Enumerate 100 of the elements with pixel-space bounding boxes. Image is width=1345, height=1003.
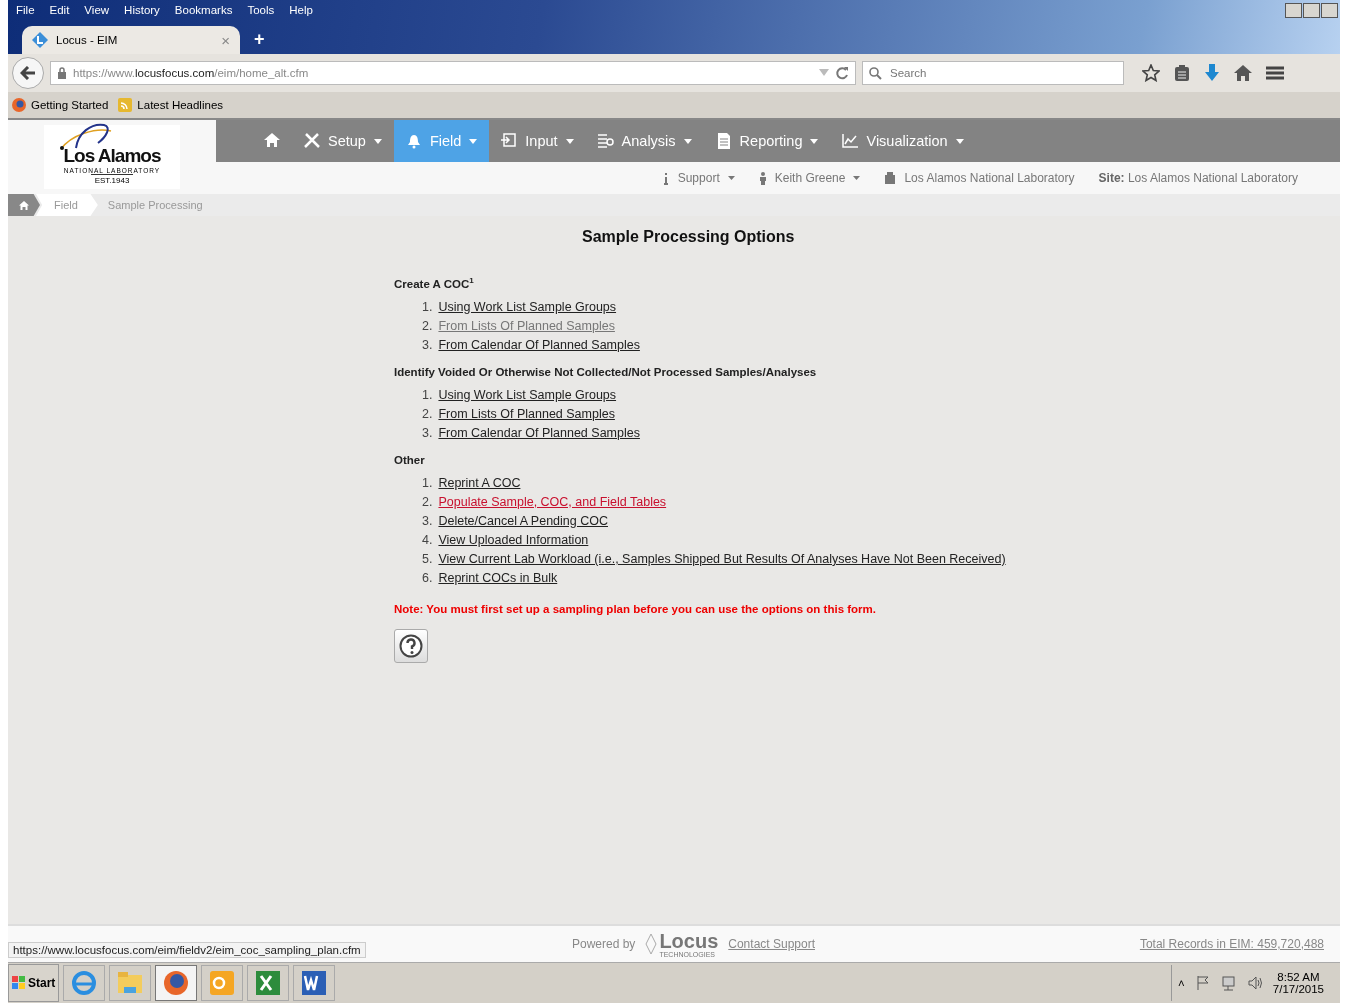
globe-icon [162,969,191,997]
option-link[interactable]: From Calendar Of Planned Samples [438,425,640,440]
caret-icon [810,138,819,144]
speaker-icon[interactable] [1246,975,1263,991]
flag-icon[interactable] [1194,975,1211,991]
toolbar-menu[interactable]: Los Alamos National Laboratory [884,171,1075,185]
download-icon[interactable] [1204,64,1220,82]
clock-time: 8:52 AM [1277,971,1320,983]
section-heading: Create A COC$^{1}$ [394,276,475,290]
help-button[interactable] [394,628,428,663]
taskbar-app[interactable] [155,965,198,1001]
spreadsheet-icon [254,969,283,997]
nav-tab[interactable]: Visualization [830,120,976,162]
new-tab-button[interactable]: + [254,29,265,50]
clipboard-icon[interactable] [1174,64,1190,82]
total-records-link[interactable]: Total Records in EIM: 459,720,488 [1139,937,1324,951]
clock-date: 7/17/2015 [1272,983,1324,995]
building-icon [884,171,897,185]
network-icon[interactable] [1220,975,1237,991]
list-number: 4. [422,532,433,547]
option-link[interactable]: From Lists Of Planned Samples [438,318,615,333]
diamond-icon [645,933,658,955]
browser-tab[interactable]: Locus - EIM × [22,26,240,54]
bell-icon [405,133,422,149]
section-heading: Identify Voided Or Otherwise Not Collected/Not Processed Samples/Analyses [394,365,817,378]
feed-icon [118,98,133,112]
menu-item[interactable]: File [16,4,35,16]
caret-icon [683,138,692,144]
person-icon [758,171,767,185]
list-number: 5. [422,551,433,566]
bookmark-item[interactable]: Getting Started [12,98,109,112]
menu-icon[interactable] [1266,66,1284,80]
breadcrumb-current: Sample Processing [106,199,203,211]
toolbar-menu[interactable]: Keith Greene [758,171,861,185]
page-title: Sample Processing Options [582,228,795,246]
menu-item[interactable]: Bookmarks [174,4,233,16]
nav-tab[interactable]: Analysis [585,120,704,162]
home-icon[interactable] [1234,65,1252,81]
url-text: https://www.locusfocus.com/eim/home_alt.cfm [73,67,309,79]
option-link[interactable]: Using Work List Sample Groups [438,299,617,314]
status-url: https://www.locusfocus.com/eim/fieldv2/eim_coc_sampling_plan.cfm [8,942,366,958]
start-button[interactable]: Start [8,964,60,1002]
caret-icon [727,176,735,180]
list-number: 3. [422,337,433,352]
tools-icon [304,133,320,149]
list-number: 2. [422,494,433,509]
contact-support-link[interactable]: Contact Support [728,937,815,951]
taskbar-app[interactable] [247,965,290,1001]
option-link[interactable]: Reprint A COC [438,475,521,490]
menu-item[interactable]: Tools [247,4,275,16]
breadcrumb-home[interactable] [8,194,40,216]
option-link[interactable]: Reprint COCs in Bulk [438,570,558,585]
caret-icon [373,138,382,144]
option-link[interactable]: View Uploaded Information [438,532,589,547]
caret-icon [469,138,478,144]
back-arrow-icon [20,66,36,80]
option-link[interactable]: View Current Lab Workload (i.e., Samples Shipped But Results Of Analyses Have Not Been Received) [438,551,1006,566]
address-field[interactable]: https://www.locusfocus.com/eim/home_alt.cfm [50,61,856,85]
option-link[interactable]: From Lists Of Planned Samples [438,406,615,421]
bookmark-item[interactable]: Latest Headlines [118,98,224,112]
option-link[interactable]: Delete/Cancel A Pending COC [438,513,608,528]
mail-app-icon [208,969,237,997]
back-button[interactable] [12,57,44,89]
list-number: 1. [422,299,433,314]
star-icon[interactable] [1142,64,1160,82]
list-number: 1. [422,475,433,490]
taskbar-app[interactable] [293,965,336,1001]
help-icon [399,633,423,658]
list-icon [597,133,614,149]
lock-icon [57,67,67,79]
chart-icon [842,133,859,149]
home-icon [264,133,280,149]
search-box[interactable]: Search [862,61,1124,85]
toolbar-menu[interactable]: Support [661,171,735,185]
nav-tab[interactable]: Reporting [703,120,831,162]
document-app-icon [300,969,329,997]
browser-icon [70,969,99,997]
info-icon [661,171,670,185]
option-link[interactable]: Populate Sample, COC, and Field Tables [438,494,667,509]
menu-item[interactable]: History [124,4,160,16]
list-number: 2. [422,318,433,333]
option-link[interactable]: From Calendar Of Planned Samples [438,337,640,352]
list-number: 6. [422,570,433,585]
windows-flag-icon [12,976,26,990]
caret-icon [565,138,574,144]
tab-title: Locus - EIM [56,34,119,46]
nav-tab[interactable]: Setup [292,120,394,162]
nav-tab[interactable]: Input [489,120,586,162]
menu-item[interactable]: Help [289,4,313,16]
document-icon [715,133,732,149]
tray-toggle[interactable]: ˄ [1178,977,1185,989]
section-heading: Other [394,453,426,466]
menu-item[interactable]: View [84,4,110,16]
option-link[interactable]: Using Work List Sample Groups [438,387,617,402]
warning-note: Note: You must first set up a sampling plan before you can use the options on this form. [394,602,876,615]
home-icon [19,200,29,210]
reload-icon[interactable] [835,66,849,80]
menu-item[interactable]: Edit [49,4,70,16]
site-icon [32,32,48,48]
input-icon [501,133,518,149]
